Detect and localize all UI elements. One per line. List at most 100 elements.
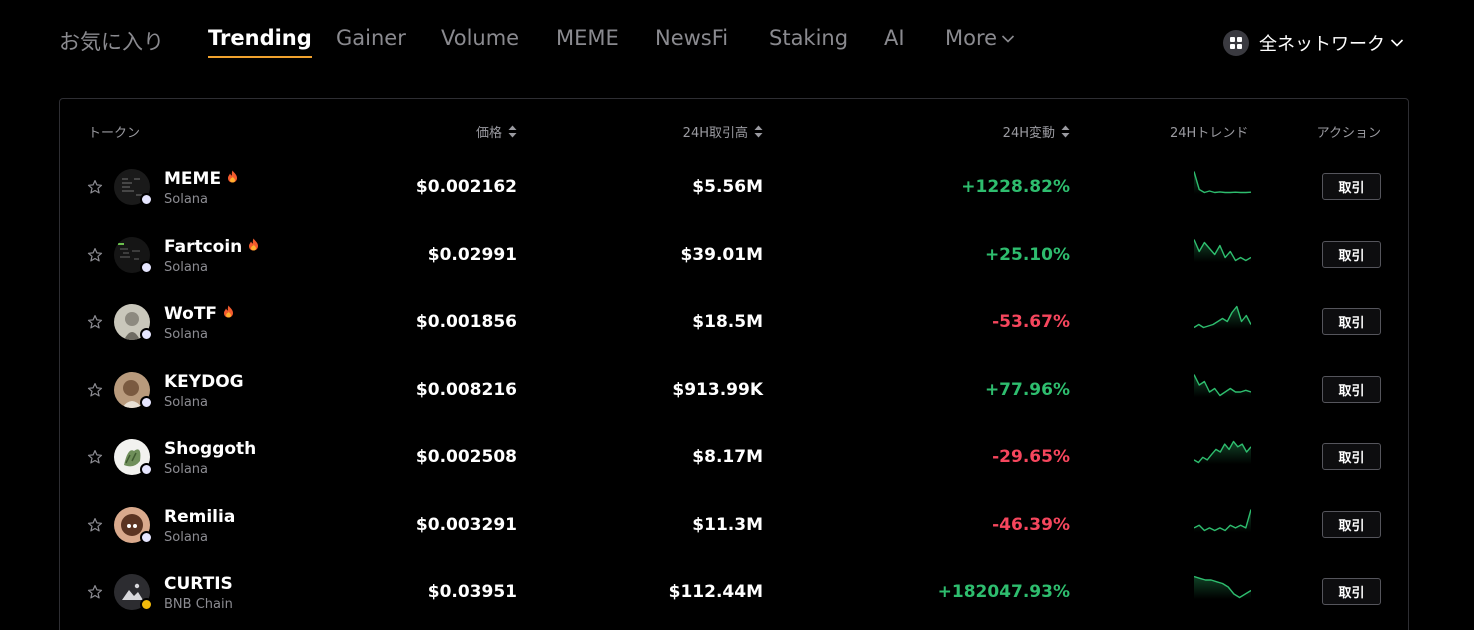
token-name-label: MEME xyxy=(164,169,222,189)
token-name-label: KEYDOG xyxy=(164,371,244,392)
token-change: +77.96% xyxy=(984,379,1070,400)
token-chain: Solana xyxy=(164,327,208,342)
chevron-down-icon xyxy=(1001,35,1015,43)
tab-more-label: More xyxy=(945,26,998,50)
star-icon[interactable] xyxy=(87,382,103,398)
token-chain: Solana xyxy=(164,462,208,477)
solana-chain-icon xyxy=(140,395,153,409)
table-row: KEYDOG Solana $0.008216 $913.99K +77.96% 取引 xyxy=(60,358,1408,425)
token-volume: $5.56M xyxy=(692,177,763,197)
table-row: WoTF Solana $0.001856 $18.5M -53.67% 取引 xyxy=(60,290,1408,357)
trade-button[interactable]: 取引 xyxy=(1322,510,1381,538)
table-row: Shoggoth Solana $0.002508 $8.17M -29.65% 取引 xyxy=(60,425,1408,492)
header-trend: 24Hトレンド xyxy=(1170,126,1249,141)
token-name[interactable]: WoTF xyxy=(164,304,234,324)
token-name[interactable]: CURTIS xyxy=(164,574,233,594)
token-volume: $112.44M xyxy=(668,582,763,602)
solana-chain-icon xyxy=(140,463,153,476)
token-volume: $18.5M xyxy=(692,312,763,332)
bnb-chain-icon xyxy=(140,598,153,611)
star-icon[interactable] xyxy=(87,449,103,465)
header-volume[interactable]: 24H取引高 xyxy=(683,122,763,141)
token-change: -46.39% xyxy=(992,514,1070,535)
trade-button[interactable]: 取引 xyxy=(1322,240,1381,268)
trend-sparkline xyxy=(1194,373,1251,397)
trend-sparkline xyxy=(1194,305,1251,329)
token-name[interactable]: Remilia xyxy=(164,507,235,527)
token-name[interactable]: KEYDOG xyxy=(164,372,244,392)
network-label: 全ネットワーク xyxy=(1259,34,1385,55)
solana-chain-icon xyxy=(140,328,153,341)
table-row: CURTIS BNB Chain $0.03951 $112.44M +182047.9… xyxy=(60,560,1408,627)
token-chain: Solana xyxy=(164,529,208,545)
tab-favorites[interactable]: お気に入り xyxy=(59,26,164,56)
network-selector[interactable]: 全ネットワーク xyxy=(1223,30,1404,56)
header-change[interactable]: 24H変動 xyxy=(1003,122,1070,141)
sort-icon xyxy=(1061,125,1070,138)
header-token: トークン xyxy=(88,126,141,141)
token-change: -53.67% xyxy=(992,312,1070,332)
token-name[interactable]: Shoggoth xyxy=(164,439,256,459)
token-price: $0.001856 xyxy=(415,312,517,332)
token-name-label: Fartcoin xyxy=(164,236,243,257)
token-name[interactable]: Fartcoin xyxy=(164,237,259,257)
token-name-label: WoTF xyxy=(164,304,218,324)
token-name[interactable]: MEME xyxy=(164,169,238,189)
token-name-label: Shoggoth xyxy=(164,439,257,459)
token-change: +25.10% xyxy=(984,244,1070,265)
fire-icon xyxy=(224,305,234,318)
star-icon[interactable] xyxy=(87,517,103,533)
trade-button[interactable]: 取引 xyxy=(1322,375,1381,403)
token-chain: Solana xyxy=(164,192,208,207)
token-change: +1228.82% xyxy=(961,177,1070,197)
table-row: Fartcoin Solana $0.02991 $39.01M +25.10% 取引 xyxy=(60,223,1408,290)
chevron-down-icon xyxy=(1390,39,1404,47)
trend-sparkline xyxy=(1194,575,1251,599)
token-price: $0.008216 xyxy=(415,379,517,400)
token-name-label: Remilia xyxy=(164,506,236,527)
tab-trending[interactable]: Trending xyxy=(208,26,312,58)
fire-icon xyxy=(249,238,259,250)
header-price[interactable]: 価格 xyxy=(476,122,517,141)
solana-chain-icon xyxy=(140,193,153,206)
token-volume: $39.01M xyxy=(680,244,763,265)
trend-sparkline xyxy=(1194,171,1251,194)
fire-icon xyxy=(228,170,238,183)
tab-meme[interactable]: MEME xyxy=(556,26,619,50)
tab-ai[interactable]: AI xyxy=(884,26,905,50)
token-change: -29.65% xyxy=(992,447,1070,467)
trend-sparkline xyxy=(1194,238,1251,262)
tab-newsfi[interactable]: NewsFi xyxy=(655,26,728,50)
star-icon[interactable] xyxy=(87,314,103,330)
tab-gainer[interactable]: Gainer xyxy=(336,26,406,50)
token-chain: Solana xyxy=(164,394,208,410)
token-price: $0.002162 xyxy=(415,177,517,197)
trade-button[interactable]: 取引 xyxy=(1322,443,1381,470)
token-price: $0.02991 xyxy=(427,244,517,265)
sort-icon xyxy=(508,125,517,138)
token-price: $0.03951 xyxy=(427,582,517,602)
tab-more[interactable]: More xyxy=(945,26,1015,50)
star-icon[interactable] xyxy=(87,179,103,195)
token-chain: Solana xyxy=(164,259,208,275)
token-table: トークン 価格 24H取引高 24H変動 24Hトレンド アクション MEME S… xyxy=(59,98,1409,630)
star-icon[interactable] xyxy=(87,584,103,600)
table-header: トークン 価格 24H取引高 24H変動 24Hトレンド アクション xyxy=(60,99,1408,161)
star-icon[interactable] xyxy=(87,247,103,263)
solana-chain-icon xyxy=(140,530,153,544)
token-change: +182047.93% xyxy=(937,582,1070,602)
trade-button[interactable]: 取引 xyxy=(1322,578,1381,605)
solana-chain-icon xyxy=(140,260,153,274)
token-chain: BNB Chain xyxy=(164,597,233,612)
tab-staking[interactable]: Staking xyxy=(769,26,848,50)
table-row: MEME Solana $0.002162 $5.56M +1228.82% 取引 xyxy=(60,155,1408,222)
tab-volume[interactable]: Volume xyxy=(441,26,519,50)
trade-button[interactable]: 取引 xyxy=(1322,308,1381,335)
token-name-label: CURTIS xyxy=(164,574,233,594)
trade-button[interactable]: 取引 xyxy=(1322,173,1381,200)
header-action: アクション xyxy=(1316,126,1381,141)
token-volume: $913.99K xyxy=(672,379,763,400)
token-volume: $11.3M xyxy=(692,514,763,535)
grid-icon xyxy=(1223,30,1249,56)
trend-sparkline xyxy=(1194,440,1251,464)
